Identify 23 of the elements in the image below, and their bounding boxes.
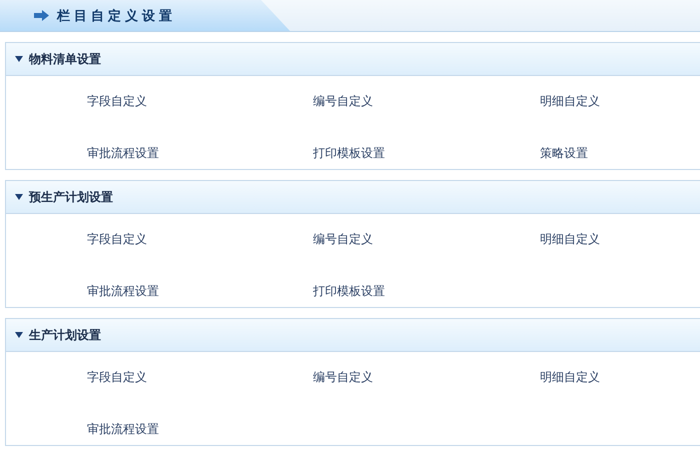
settings-link[interactable]: 明细自定义 bbox=[540, 230, 600, 249]
settings-link[interactable]: 打印模板设置 bbox=[313, 144, 385, 163]
settings-link[interactable]: 审批流程设置 bbox=[87, 144, 159, 163]
settings-link[interactable]: 策略设置 bbox=[540, 144, 588, 163]
triangle-down-icon bbox=[15, 332, 23, 338]
page-title: 栏目自定义设置 bbox=[57, 8, 176, 24]
settings-link[interactable]: 编号自定义 bbox=[313, 368, 373, 387]
settings-link[interactable]: 字段自定义 bbox=[87, 92, 147, 111]
section-header[interactable]: 生产计划设置 bbox=[6, 319, 700, 352]
settings-link[interactable]: 明细自定义 bbox=[540, 368, 600, 387]
section-header[interactable]: 物料清单设置 bbox=[6, 43, 700, 76]
settings-link[interactable]: 打印模板设置 bbox=[313, 282, 385, 301]
arrow-right-icon bbox=[34, 10, 49, 21]
section-header[interactable]: 预生产计划设置 bbox=[6, 181, 700, 214]
settings-link[interactable]: 编号自定义 bbox=[313, 92, 373, 111]
settings-link[interactable]: 审批流程设置 bbox=[87, 420, 159, 439]
triangle-down-icon bbox=[15, 194, 23, 200]
triangle-down-icon bbox=[15, 56, 23, 62]
settings-link[interactable]: 字段自定义 bbox=[87, 230, 147, 249]
settings-link[interactable]: 明细自定义 bbox=[540, 92, 600, 111]
settings-link[interactable]: 字段自定义 bbox=[87, 368, 147, 387]
settings-link[interactable]: 审批流程设置 bbox=[87, 282, 159, 301]
settings-link[interactable]: 编号自定义 bbox=[313, 230, 373, 249]
